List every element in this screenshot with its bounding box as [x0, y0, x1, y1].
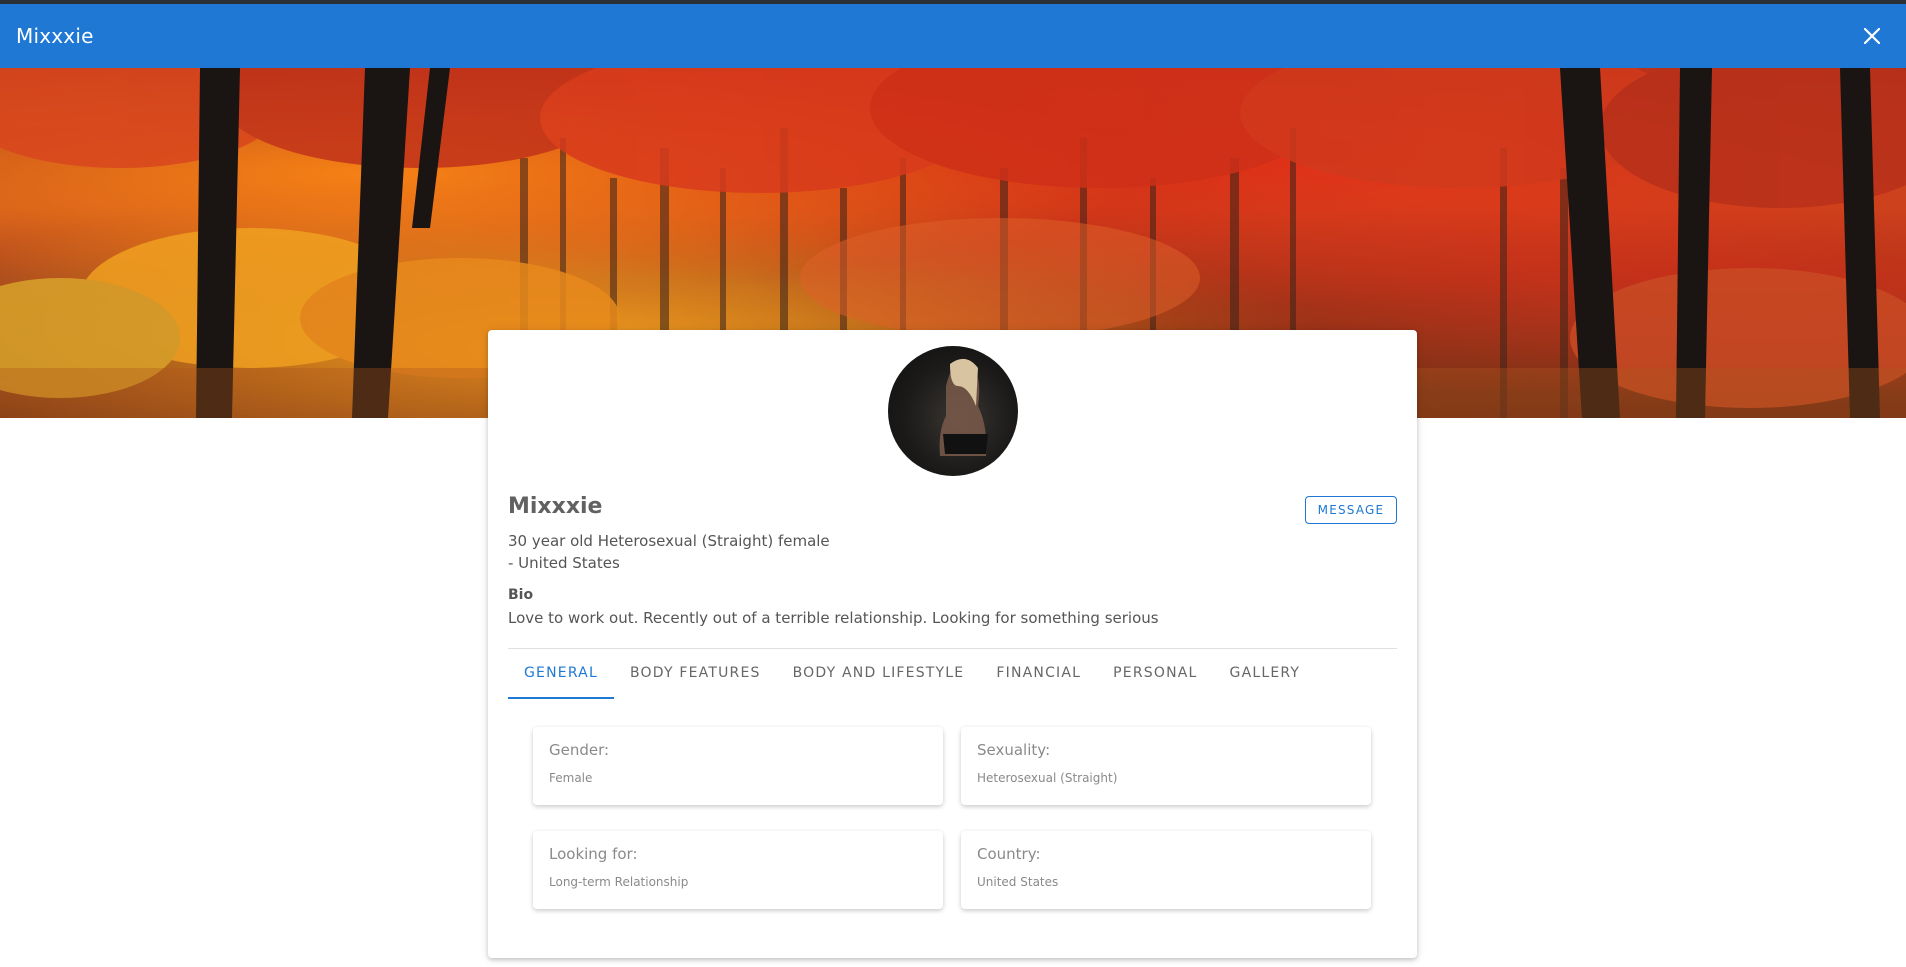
- app-bar-title: Mixxxie: [16, 24, 94, 48]
- bio-text: Love to work out. Recently out of a terr…: [508, 609, 1159, 627]
- close-button[interactable]: [1854, 18, 1890, 54]
- info-label: Country:: [977, 845, 1041, 863]
- message-button[interactable]: MESSAGE: [1305, 496, 1397, 524]
- tab-body-features[interactable]: BODY FEATURES: [614, 649, 777, 697]
- info-card-gender: Gender: Female: [533, 727, 943, 805]
- close-icon: [1863, 27, 1881, 45]
- app-bar: Mixxxie: [0, 4, 1906, 68]
- profile-summary-line: 30 year old Heterosexual (Straight) fema…: [508, 532, 830, 550]
- profile-card: Mixxxie 30 year old Heterosexual (Straig…: [488, 330, 1417, 958]
- profile-summary: 30 year old Heterosexual (Straight) fema…: [508, 530, 1108, 574]
- tab-gallery[interactable]: GALLERY: [1214, 649, 1317, 697]
- avatar-image: [939, 358, 988, 456]
- info-value: Heterosexual (Straight): [977, 771, 1118, 785]
- info-card-country: Country: United States: [961, 831, 1371, 909]
- info-label: Sexuality:: [977, 741, 1051, 759]
- avatar[interactable]: [888, 346, 1018, 476]
- tab-financial[interactable]: FINANCIAL: [980, 649, 1097, 697]
- tab-body-and-lifestyle[interactable]: BODY AND LIFESTYLE: [777, 649, 981, 697]
- profile-name: Mixxxie: [508, 494, 603, 519]
- info-card-looking-for: Looking for: Long-term Relationship: [533, 831, 943, 909]
- info-label: Gender:: [549, 741, 610, 759]
- info-value: Long-term Relationship: [549, 875, 689, 889]
- info-value: United States: [977, 875, 1059, 889]
- tab-personal[interactable]: PERSONAL: [1097, 649, 1213, 697]
- bio-label: Bio: [508, 587, 534, 603]
- tab-general[interactable]: GENERAL: [508, 649, 614, 699]
- info-value: Female: [549, 771, 593, 785]
- profile-tabs: GENERAL BODY FEATURES BODY AND LIFESTYLE…: [508, 649, 1317, 699]
- profile-location-line: - United States: [508, 554, 620, 572]
- info-card-sexuality: Sexuality: Heterosexual (Straight): [961, 727, 1371, 805]
- info-label: Looking for:: [549, 845, 638, 863]
